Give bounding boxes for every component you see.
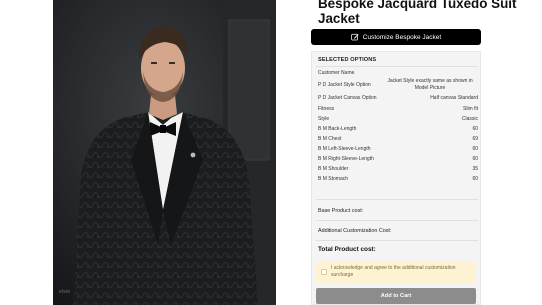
option-row-chest: B M Chest 69 [318, 136, 478, 144]
acknowledge-checkbox[interactable] [321, 269, 327, 275]
acknowledge-text: I acknowledge and agree to the additiona… [331, 265, 456, 278]
option-value: Slim fit [463, 106, 478, 112]
costs-divider [316, 220, 478, 221]
costs-divider [316, 240, 478, 241]
image-watermark: elsie [59, 289, 71, 295]
option-label: Style [318, 116, 330, 122]
option-row-shoulder: B M Shoulder 35 [318, 166, 478, 174]
product-image: elsie [53, 0, 276, 305]
option-row-fitness: Fitness Slim fit [318, 106, 478, 114]
option-label: Fitness [318, 106, 335, 112]
option-row-style: Style Classic [318, 116, 478, 124]
add-to-cart-button[interactable]: Add to Cart [316, 288, 476, 304]
option-label: B M Stomach [318, 176, 349, 182]
option-label: B M Left-Sleeve-Length [318, 146, 371, 152]
option-row-back-length: B M Back-Length 60 [318, 126, 478, 134]
option-row-right-sleeve: B M Right-Sleeve-Length 60 [318, 156, 478, 164]
model-photo-illustration [53, 0, 276, 305]
customize-button-label: Customize Bespoke Jacket [362, 33, 442, 41]
option-label: P D Jacket Style Option [318, 82, 371, 88]
option-value: Jacket Style exactly same as shown in Mo… [387, 78, 473, 91]
options-divider [316, 66, 478, 67]
option-label: P D Jacket Canvas Option [318, 95, 377, 101]
option-value: 35 [472, 166, 478, 172]
option-label: B M Back-Length [318, 126, 357, 132]
option-value: 69 [472, 136, 478, 142]
product-title: Bespoke Jacquard Tuxedo Suit Jacket [318, 0, 517, 26]
total-cost-label: Total Product cost: [318, 246, 376, 253]
option-label: B M Right-Sleeve-Length [318, 156, 374, 162]
customize-jacket-button[interactable]: Customize Bespoke Jacket [311, 29, 481, 45]
acknowledge-box: I acknowledge and agree to the additiona… [316, 262, 476, 283]
option-label: B M Chest [318, 136, 342, 142]
option-value: 60 [472, 156, 478, 162]
costs-divider [316, 199, 478, 200]
product-page: elsie Bespoke Jacquard Tuxedo Suit Jacke… [0, 0, 542, 305]
option-row-stomach: B M Stomach 60 [318, 176, 478, 184]
option-row-jacket-canvas: P D Jacket Canvas Option Half canvas Sta… [318, 95, 478, 103]
option-row-customer-name: Customer Name [318, 70, 478, 78]
base-cost-label: Base Product cost: [318, 208, 364, 214]
option-value: Classic [461, 116, 478, 122]
pencil-icon [351, 33, 359, 41]
option-row-jacket-style: P D Jacket Style Option Jacket Style exa… [318, 78, 478, 92]
option-value: 60 [472, 126, 478, 132]
option-value: 60 [472, 146, 478, 152]
additional-cost-label: Additional Customization Cost: [318, 228, 392, 234]
option-value: 60 [472, 176, 478, 182]
option-label: Customer Name [318, 70, 355, 76]
option-label: B M Shoulder [318, 166, 349, 172]
option-value: Half canvas Standard [430, 95, 478, 101]
selected-options-heading: SELECTED OPTIONS [318, 57, 377, 63]
option-row-left-sleeve: B M Left-Sleeve-Length 60 [318, 146, 478, 154]
